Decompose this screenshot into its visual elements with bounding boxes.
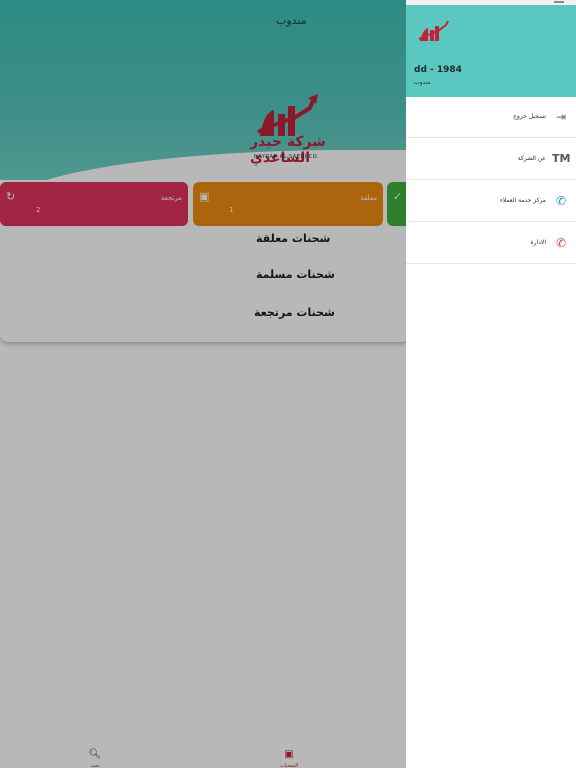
- logout-icon: ⇥: [555, 110, 567, 124]
- drawer-user-name: dd - 1984: [414, 65, 462, 75]
- menu-item-management[interactable]: الادارة ✆: [406, 224, 576, 264]
- tm-icon: TM: [552, 152, 571, 165]
- phone-icon: ✆: [555, 194, 567, 208]
- app-screen: مندوب شركة حيدر الساعدي HAYDAR AL-SAEDI …: [0, 0, 576, 769]
- menu-item-logout[interactable]: تسجيل خروج ⇥: [406, 98, 576, 138]
- menu-item-label: مركز خدمة العملاء: [499, 197, 546, 204]
- menu-item-label: عن الشركة: [517, 155, 546, 162]
- menu-item-about[interactable]: عن الشركة TM: [406, 140, 576, 180]
- phone-icon: ✆: [555, 236, 567, 250]
- drawer-logo-icon: [418, 20, 449, 41]
- menu-item-customer-service[interactable]: مركز خدمة العملاء ✆: [406, 182, 576, 222]
- drawer-overlay[interactable]: [0, 0, 406, 768]
- drawer-header: dd - 1984 مندوب: [406, 5, 576, 97]
- side-drawer: dd - 1984 مندوب تسجيل خروج ⇥ عن الشركة T…: [406, 0, 576, 768]
- menu-item-label: الادارة: [530, 239, 546, 246]
- drawer-user-role: مندوب: [414, 79, 431, 86]
- grip-handle: [554, 1, 564, 3]
- drawer-logo: [416, 19, 456, 55]
- menu-item-label: تسجيل خروج: [513, 113, 546, 120]
